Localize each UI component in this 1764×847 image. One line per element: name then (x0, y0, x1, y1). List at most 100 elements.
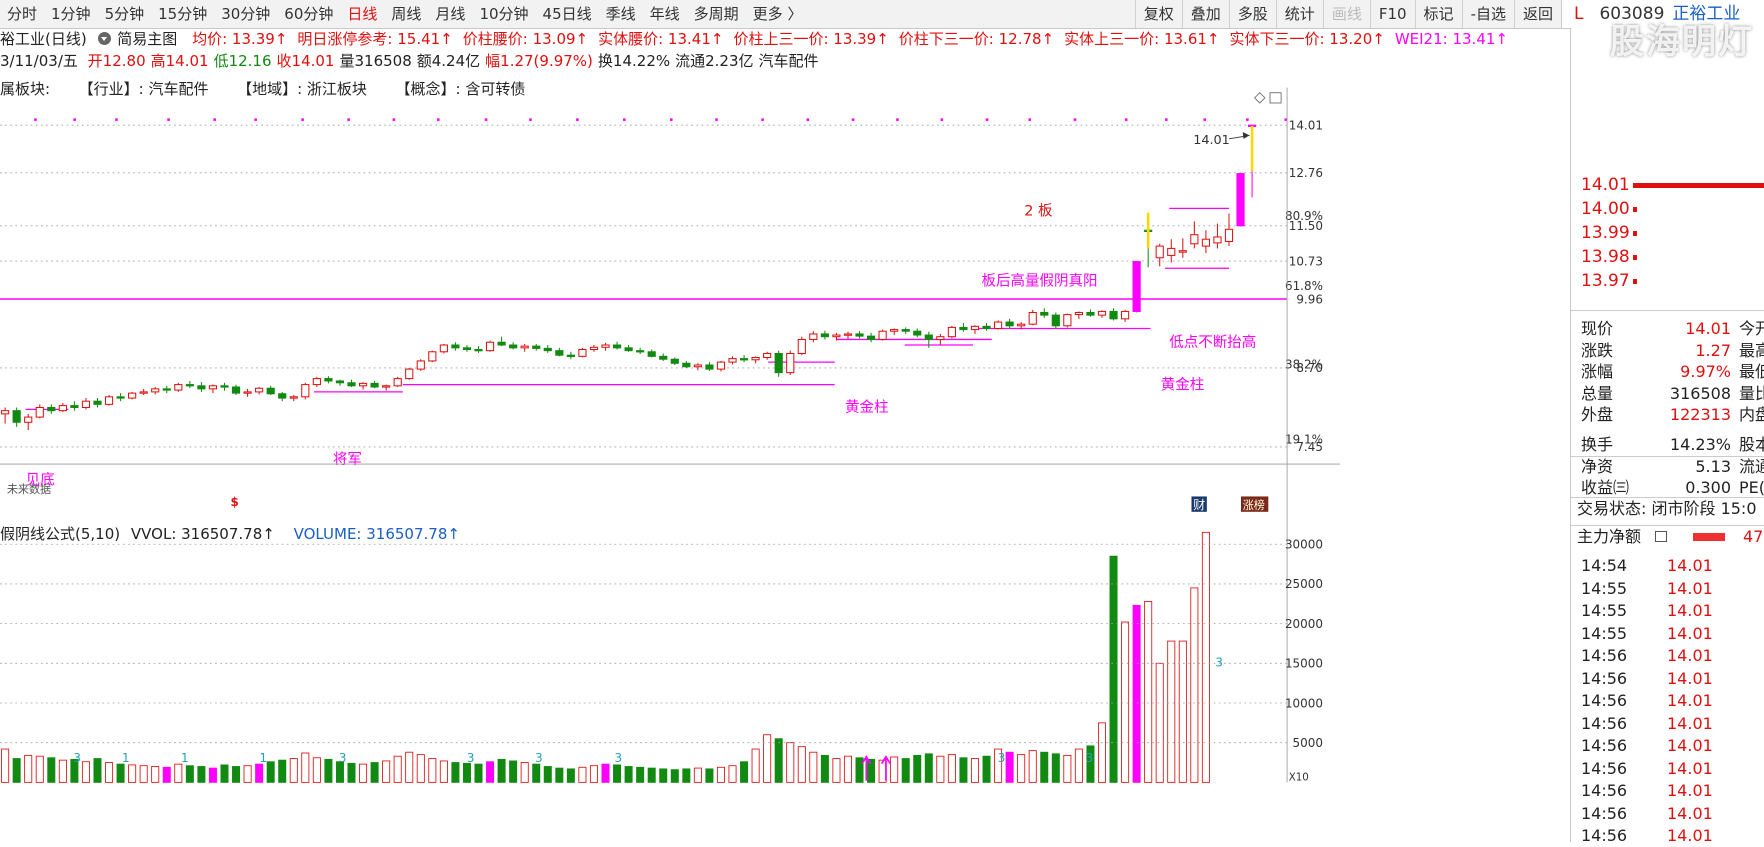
toolbar-button[interactable]: 返回 (1513, 0, 1561, 28)
ask-row[interactable]: 14.01 (1571, 174, 1764, 196)
candle (739, 355, 749, 363)
toolbar-button[interactable]: 画线 (1322, 0, 1370, 28)
candle-body (151, 388, 160, 393)
volume-value: VOLUME: 316507.78↑ (293, 525, 460, 543)
period-tab[interactable]: 5分钟 (98, 0, 152, 28)
candle-body (866, 335, 876, 340)
candle-body (1236, 173, 1245, 227)
quote-panel: 14.01 14.00 13.99 13.98 13.97 现价 14.01 今开 涨跌 1.2… (1570, 28, 1764, 845)
annotation-board2: 2 板 (1024, 202, 1053, 220)
list-icon[interactable] (1655, 531, 1667, 542)
candle (81, 398, 91, 410)
period-tab[interactable]: 更多 〉 (746, 0, 810, 28)
tick-row: 14:56 14.01 (1571, 735, 1764, 757)
candle-body (1190, 234, 1199, 245)
volume-bar (428, 758, 437, 783)
candle (1213, 223, 1222, 249)
candle (566, 351, 575, 360)
toolbar-button[interactable]: 复权 (1134, 0, 1182, 28)
tick-time: 14:55 (1581, 601, 1628, 620)
ask-price: 13.99 (1581, 223, 1630, 243)
volume-bar (105, 762, 114, 783)
volume-bar (936, 755, 945, 783)
candle-body (739, 358, 749, 361)
volume-bar (1190, 587, 1199, 783)
period-tab[interactable]: 45日线 (536, 0, 599, 28)
volume-bar (1109, 555, 1118, 783)
tick-time: 14:56 (1581, 736, 1628, 755)
marker-dot (896, 118, 899, 121)
candle-body (220, 385, 229, 388)
toolbar-button[interactable]: 叠加 (1181, 0, 1229, 28)
candle (843, 331, 853, 340)
tick-time: 14:56 (1581, 646, 1628, 665)
vol-marker: 3 (1086, 751, 1094, 765)
volume-bar (289, 758, 298, 783)
ask-row[interactable]: 13.99 (1571, 222, 1764, 244)
candle-body (774, 352, 783, 374)
volume-bar (1144, 600, 1153, 783)
price-tick-label: 9.96 (1296, 292, 1323, 306)
candle-body (231, 386, 241, 394)
marker-dot (940, 118, 944, 121)
candle (70, 401, 79, 411)
marker-dot (623, 118, 626, 121)
period-tab[interactable]: 30分钟 (214, 0, 277, 28)
candle-body (93, 400, 102, 405)
candle (751, 356, 760, 364)
toolbar-button[interactable]: 多股 (1228, 0, 1276, 28)
vol-tick-label: 5000 (1293, 736, 1323, 750)
volume-bar (462, 762, 471, 783)
volume-bar (486, 761, 495, 783)
marker-dot (851, 118, 855, 121)
ask-row[interactable]: 13.98 (1571, 246, 1764, 268)
period-tab[interactable]: 多周期 (687, 0, 746, 28)
marker-dot (806, 118, 810, 121)
period-tab[interactable]: 10分钟 (472, 0, 535, 28)
candle (151, 387, 160, 395)
period-tab[interactable]: 日线 (340, 0, 384, 28)
volume-bar (970, 758, 979, 783)
toolbar-button[interactable]: 标记 (1414, 0, 1462, 28)
marker-dot (347, 118, 350, 121)
quote-value: 122313 (1669, 405, 1731, 425)
candle-highlight (1146, 212, 1150, 249)
period-tab[interactable]: 15分钟 (151, 0, 214, 28)
candle (1005, 318, 1014, 329)
volume-bar (208, 767, 217, 783)
toolbar-button[interactable]: F10 (1369, 0, 1415, 28)
volume-bar (35, 755, 44, 783)
candle-body (959, 326, 968, 331)
volume-bar (1028, 750, 1037, 783)
toolbar-button[interactable]: 统计 (1275, 0, 1323, 28)
period-tab[interactable]: 周线 (384, 0, 428, 28)
quote-label: 涨跌 (1581, 340, 1614, 360)
candle-body (1224, 228, 1234, 243)
period-tab[interactable]: 分时 (0, 0, 44, 28)
candle (520, 343, 529, 352)
ask-row[interactable]: 14.00 (1571, 198, 1764, 220)
period-tab[interactable]: 年线 (643, 0, 687, 28)
marker-dot (985, 118, 989, 121)
period-tab[interactable]: 1分钟 (44, 0, 98, 28)
toolbar-button[interactable]: -自选 (1461, 0, 1514, 28)
candle (659, 353, 668, 361)
candle-body (139, 391, 148, 394)
tick-row: 14:55 14.01 (1571, 623, 1764, 645)
tick-price: 14.01 (1667, 826, 1713, 845)
candle-body (728, 358, 737, 363)
quote-row: 总量 316508 量比 (1571, 383, 1764, 405)
quote-row: 现价 14.01 今开 (1571, 318, 1764, 340)
quote-label-2: PE(动 (1739, 478, 1764, 498)
ask-row[interactable]: 13.97 (1571, 270, 1764, 292)
period-tab[interactable]: 60分钟 (277, 0, 340, 28)
candle (58, 403, 67, 412)
period-tab[interactable]: 月线 (428, 0, 472, 28)
period-tab[interactable]: 季线 (599, 0, 643, 28)
candle (1040, 308, 1049, 318)
candlestick-chart[interactable]: 2 板板后高量假阴真阳低点不断抬高黄金柱黄金柱将军见底14.01未来数据$ 财涨榜… (0, 28, 1340, 842)
candle (335, 379, 345, 386)
annotation-future_data: 未来数据 (7, 482, 51, 496)
candle-body (1086, 311, 1095, 316)
candle-body (1051, 314, 1060, 327)
